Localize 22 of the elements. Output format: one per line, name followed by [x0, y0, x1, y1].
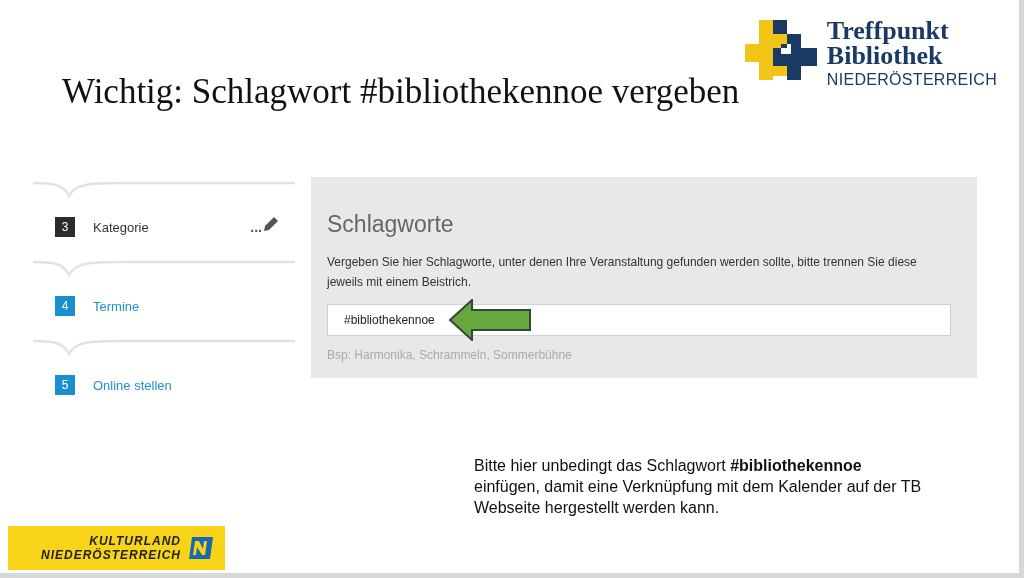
slide-title: Wichtig: Schlagwort #bibliothekennoe vergeben	[62, 72, 740, 112]
step-item[interactable]: 4 Termine	[33, 281, 295, 338]
badge-icon	[189, 537, 213, 559]
step-item[interactable]: 5 Online stellen	[33, 360, 295, 417]
logo-icon	[744, 20, 817, 80]
logo-subtitle: NIEDERÖSTERREICH	[826, 71, 997, 89]
step-number: 3	[55, 217, 75, 237]
step-item[interactable]: 3 Kategorie ...	[33, 202, 295, 259]
step-number: 5	[55, 375, 75, 395]
pencil-icon[interactable]	[263, 216, 279, 232]
ellipsis: ...	[250, 219, 262, 235]
logo-text: Bibliothek	[826, 43, 943, 68]
arrow-icon	[448, 299, 532, 341]
logo-text: NIEDERÖSTERREICH	[41, 548, 181, 562]
tag-input-field[interactable]: #bibliothekennoe	[327, 304, 951, 336]
logo-text: KULTURLAND	[89, 534, 181, 548]
description-text: Vergeben Sie hier Schlagworte, unter denen Ihre Veranstaltung gefunden werden sollte, bitte trennen Sie diese jeweils mit einem Beistrich.	[327, 254, 918, 291]
step-number: 4	[55, 296, 75, 316]
callout-text: Bitte hier unbedingt das Schlagwort #bibliothekennoe einfügen, damit eine Verknüpfung mit dem Kalender auf der TB Webseite hergestellt werden kann.	[474, 456, 923, 518]
hint-text: Bsp: Harmonika, Schrammeln, Sommerbühne	[327, 348, 573, 362]
section-heading: Schlagworte	[327, 211, 455, 238]
logo-text: Treffpunkt	[826, 18, 950, 43]
